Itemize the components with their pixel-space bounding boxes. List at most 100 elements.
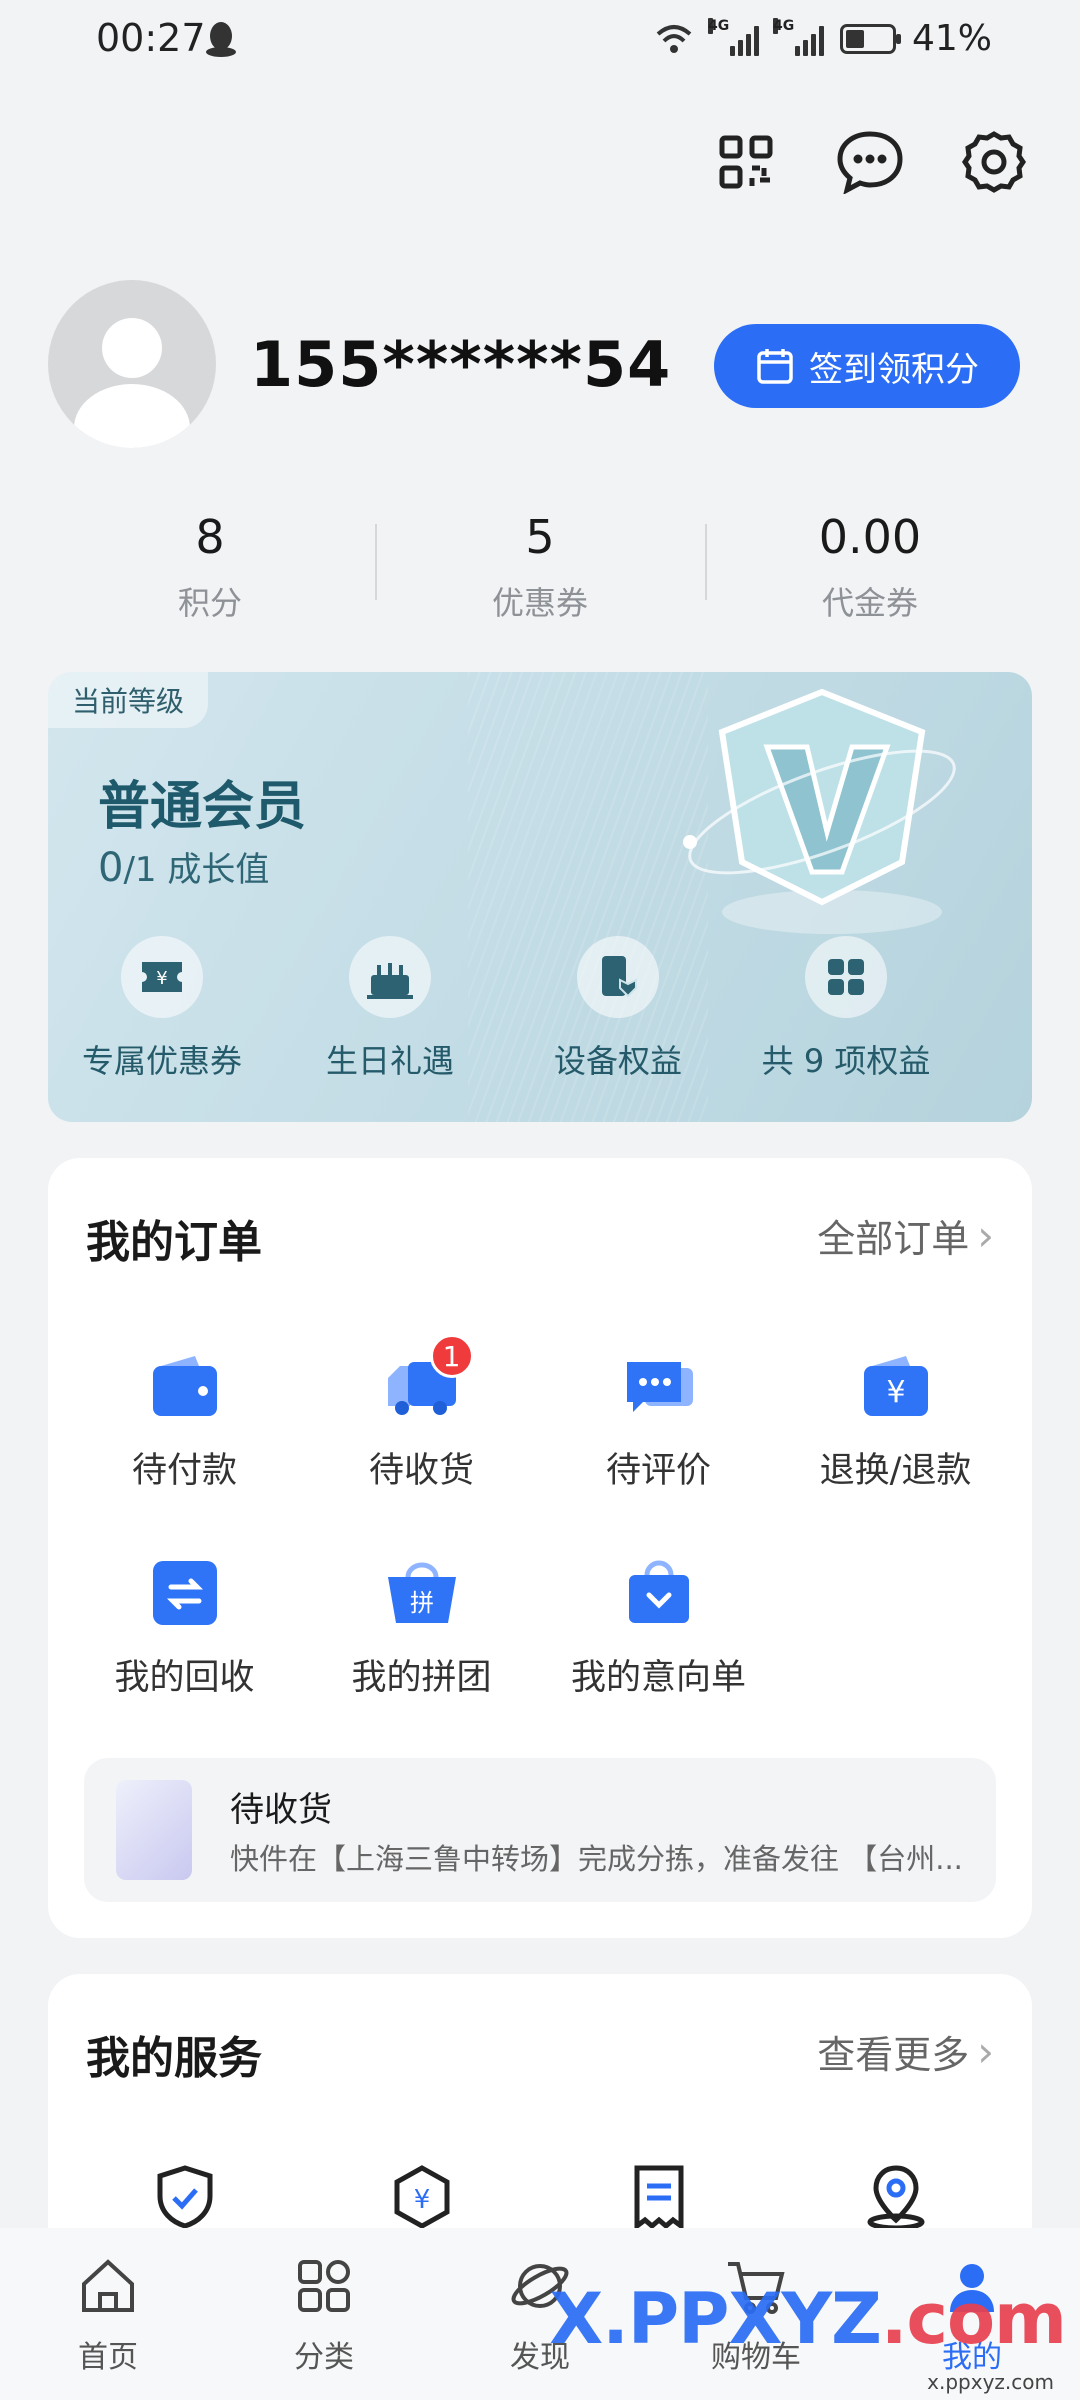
signal-icon: 4G bbox=[707, 17, 759, 56]
membership-card[interactable]: 当前等级 普通会员 0/1 成长值 ¥ 专属优惠券 生日礼遇 设备权益 共 9 … bbox=[48, 672, 1032, 1122]
service-invoice[interactable] bbox=[540, 2164, 777, 2230]
service-warranty[interactable] bbox=[66, 2164, 303, 2230]
user-phone: 155******54 bbox=[250, 328, 672, 401]
signal-icon: 4G bbox=[772, 17, 824, 56]
group-buy-icon: 拼 bbox=[384, 1555, 460, 1631]
watermark-prefix: X.PPXYZ bbox=[549, 2278, 882, 2360]
perk-label: 生日礼遇 bbox=[325, 1042, 454, 1080]
truck-icon: 1 bbox=[384, 1334, 474, 1424]
comment-icon bbox=[621, 1348, 697, 1424]
order-status-grid: 待付款 1 待收货 待评价 ¥ 退换/退款 我的回收 拼 我的拼团 我的意向单 bbox=[66, 1334, 1014, 1700]
service-stores[interactable] bbox=[777, 2164, 1014, 2230]
tab-label: 分类 bbox=[294, 2340, 354, 2375]
vip-badge-icon bbox=[683, 688, 956, 934]
stat-value: 5 bbox=[525, 510, 555, 564]
shield-check-icon bbox=[157, 2165, 212, 2229]
perk-device[interactable]: 设备权益 bbox=[504, 936, 732, 1082]
qr-code-icon[interactable] bbox=[712, 128, 780, 196]
checkin-label: 签到领积分 bbox=[809, 349, 979, 390]
order-refund[interactable]: ¥ 退换/退款 bbox=[777, 1348, 1014, 1493]
stat-points[interactable]: 8 积分 bbox=[45, 510, 375, 624]
wallet-icon bbox=[147, 1348, 223, 1424]
device-icon bbox=[577, 936, 659, 1018]
coupon-icon: ¥ bbox=[121, 936, 203, 1018]
chevron-right-icon: › bbox=[977, 2027, 994, 2076]
order-pending-review[interactable]: 待评价 bbox=[540, 1348, 777, 1493]
avatar[interactable] bbox=[48, 280, 216, 448]
more-services-link[interactable]: 查看更多 › bbox=[817, 2024, 994, 2079]
growth-progress: 0/1 成长值 bbox=[98, 842, 269, 891]
battery-percent: 41% bbox=[911, 18, 992, 59]
growth-value: 0 bbox=[98, 845, 124, 891]
svg-text:¥: ¥ bbox=[156, 968, 167, 989]
network-type-label: 4G bbox=[772, 17, 795, 34]
battery-icon bbox=[839, 23, 901, 54]
order-label: 我的回收 bbox=[114, 1658, 255, 1698]
chevron-right-icon: › bbox=[977, 1211, 994, 1260]
watermark-text: .com bbox=[880, 2278, 1067, 2360]
perk-label: 设备权益 bbox=[553, 1042, 682, 1080]
order-pending-delivery[interactable]: 1 待收货 bbox=[303, 1334, 540, 1493]
stat-value: 0.00 bbox=[818, 510, 922, 564]
perk-label: 共 9 项权益 bbox=[761, 1042, 931, 1080]
order-recycle[interactable]: 我的回收 bbox=[66, 1555, 303, 1700]
svg-text:拼: 拼 bbox=[410, 1589, 434, 1617]
settings-icon[interactable] bbox=[960, 128, 1028, 196]
stat-label: 优惠券 bbox=[491, 584, 588, 622]
network-type-label: 4G bbox=[707, 17, 730, 34]
stat-label: 积分 bbox=[177, 584, 242, 622]
grid-icon bbox=[805, 936, 887, 1018]
orders-card: 我的订单 全部订单 › 待付款 1 待收货 待评价 ¥ 退换/退款 我的回收 拼… bbox=[48, 1158, 1032, 1938]
svg-text:¥: ¥ bbox=[413, 2185, 430, 2215]
qq-notification-icon bbox=[206, 22, 236, 57]
location-pin-icon bbox=[867, 2165, 924, 2230]
status-indicators: 4G 4G 41% bbox=[654, 17, 992, 59]
level-tag: 当前等级 bbox=[48, 672, 209, 728]
home-icon bbox=[82, 2259, 134, 2312]
order-label: 待付款 bbox=[131, 1451, 237, 1491]
wifi-icon bbox=[656, 24, 692, 53]
order-label: 待评价 bbox=[605, 1451, 711, 1491]
stat-coupons[interactable]: 5 优惠券 bbox=[375, 510, 705, 624]
growth-label: /1 成长值 bbox=[123, 850, 270, 890]
tracking-description: 快件在【上海三鲁中转场】完成分拣，准备发往 【台州... bbox=[230, 1842, 963, 1876]
message-icon[interactable] bbox=[836, 128, 904, 196]
member-perks: ¥ 专属优惠券 生日礼遇 设备权益 共 9 项权益 bbox=[48, 936, 1032, 1082]
category-icon bbox=[298, 2260, 350, 2312]
checkin-button[interactable]: 签到领积分 bbox=[714, 324, 1020, 408]
stat-vouchers[interactable]: 0.00 代金券 bbox=[705, 510, 1035, 624]
perk-coupon[interactable]: ¥ 专属优惠券 bbox=[48, 936, 276, 1082]
svg-text:¥: ¥ bbox=[886, 1375, 905, 1410]
all-orders-link[interactable]: 全部订单 › bbox=[817, 1208, 994, 1263]
delivery-tracking-banner[interactable]: 待收货 快件在【上海三鲁中转场】完成分拣，准备发往 【台州... bbox=[84, 1758, 996, 1902]
member-level: 普通会员 bbox=[98, 777, 307, 837]
cake-icon bbox=[349, 936, 431, 1018]
order-pending-payment[interactable]: 待付款 bbox=[66, 1348, 303, 1493]
tab-home[interactable]: 首页 bbox=[0, 2228, 216, 2400]
watermark-url: x.ppxyz.com bbox=[927, 2370, 1054, 2394]
product-thumbnail bbox=[116, 1780, 192, 1880]
receipt-icon bbox=[634, 2165, 683, 2230]
recycle-icon bbox=[147, 1555, 223, 1631]
perk-birthday[interactable]: 生日礼遇 bbox=[276, 936, 504, 1082]
services-title: 我的服务 bbox=[86, 2033, 262, 2084]
order-count-badge: 1 bbox=[429, 1334, 474, 1378]
tab-label: 首页 bbox=[78, 2340, 138, 2375]
order-label: 退换/退款 bbox=[819, 1451, 972, 1491]
order-wishlist[interactable]: 我的意向单 bbox=[540, 1555, 777, 1700]
status-bar: 00:27 4G 4G 41% bbox=[0, 0, 1080, 80]
refund-icon: ¥ bbox=[858, 1348, 934, 1424]
order-group-buy[interactable]: 拼 我的拼团 bbox=[303, 1555, 540, 1700]
status-time: 00:27 bbox=[96, 16, 206, 60]
wishlist-icon bbox=[621, 1555, 697, 1631]
perk-all[interactable]: 共 9 项权益 bbox=[732, 936, 960, 1082]
tab-category[interactable]: 分类 bbox=[216, 2228, 432, 2400]
header-actions bbox=[712, 128, 1028, 196]
calendar-icon bbox=[757, 349, 793, 384]
order-label: 我的意向单 bbox=[570, 1658, 746, 1698]
services-row: ¥ bbox=[66, 2164, 1014, 2230]
watermark: X.PPXYZ.com bbox=[549, 2278, 1067, 2360]
more-services-label: 查看更多 bbox=[817, 2033, 970, 2077]
service-payment[interactable]: ¥ bbox=[303, 2164, 540, 2230]
orders-title: 我的订单 bbox=[86, 1217, 262, 1268]
